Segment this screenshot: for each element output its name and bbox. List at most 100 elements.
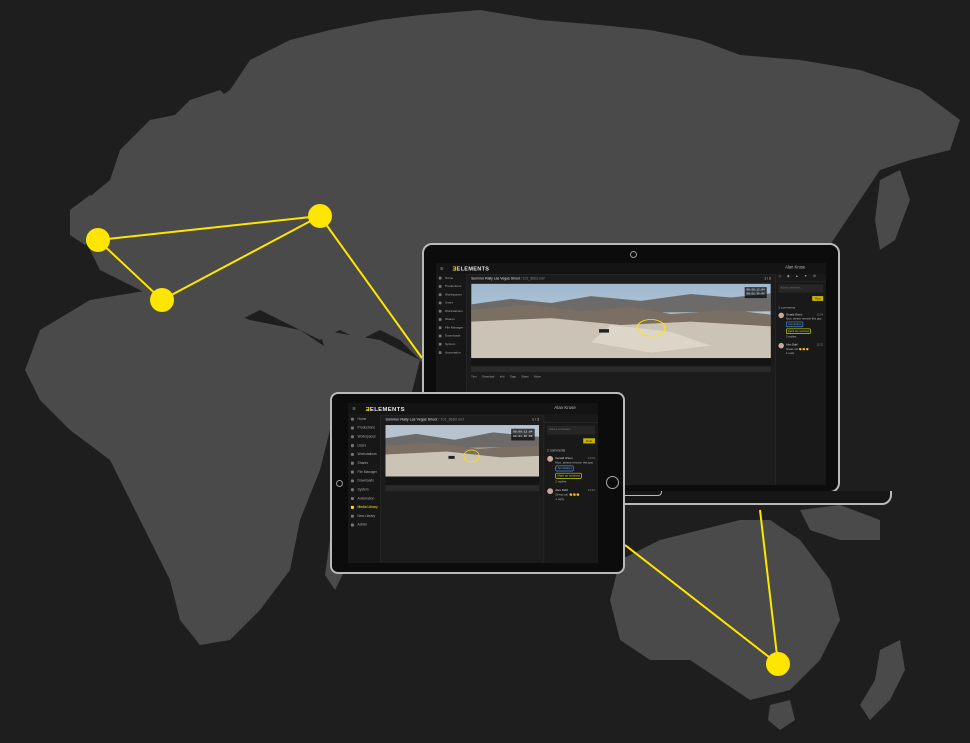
sidebar-item-label: Users xyxy=(444,300,454,305)
sidebar-item[interactable]: Productions xyxy=(436,282,466,290)
comment-item[interactable]: Gerald Olsen Nice, please remove this gu… xyxy=(547,455,595,484)
sidebar-item[interactable]: File Manager xyxy=(348,468,380,477)
sidebar-item[interactable]: Shares xyxy=(436,315,466,323)
comment-input[interactable]: Add a comment... xyxy=(778,284,824,293)
sidebar-item-label: Media Library xyxy=(357,505,378,509)
post-button[interactable]: Post xyxy=(583,438,595,444)
panel-tab[interactable]: ▼ xyxy=(804,274,807,278)
sidebar-item-label: Automation xyxy=(444,350,461,354)
sidebar-item[interactable]: Media Library xyxy=(348,503,380,512)
annotation-tag[interactable]: Annotation xyxy=(555,465,574,472)
sidebar-item[interactable]: Automation xyxy=(436,348,466,356)
annotation-tag[interactable]: Annotation xyxy=(786,321,804,328)
comment-item[interactable]: Gerald Olsen Nice, please remove this gu… xyxy=(778,312,824,339)
sidebar-item[interactable]: Users xyxy=(348,441,380,450)
sidebar-item[interactable]: System xyxy=(436,340,466,348)
comment-item[interactable]: Alex Dahl Great cut! 👏👏👏 1 reply 13:22 xyxy=(547,488,595,501)
london-pin[interactable] xyxy=(86,228,110,252)
comment-text: Nice, please remove this guy xyxy=(555,460,594,465)
player-controls[interactable] xyxy=(471,358,771,366)
sidebar-item-icon xyxy=(438,351,442,354)
sidebar-item[interactable]: Users xyxy=(436,299,466,307)
reply-count[interactable]: 2 replies xyxy=(555,479,595,483)
sidebar-item[interactable]: Admin xyxy=(348,521,380,530)
sidebar-item[interactable]: Automation xyxy=(348,494,380,503)
sidebar-item-icon xyxy=(350,444,354,448)
toolbar-item[interactable]: Share xyxy=(521,375,528,378)
sidebar-item[interactable]: New Library xyxy=(348,512,380,521)
moscow-pin[interactable] xyxy=(308,204,332,228)
sidebar-item-icon xyxy=(350,523,354,527)
panel-tab[interactable]: ◎ xyxy=(778,274,781,278)
post-button[interactable]: Post xyxy=(812,296,824,301)
top-bar: ≡ ƎELEMENTS Alan Kruse xyxy=(348,403,598,416)
sidebar-item[interactable]: Downloads xyxy=(348,477,380,486)
reply-count[interactable]: 1 reply xyxy=(786,351,823,355)
avatar xyxy=(778,312,784,319)
video-player[interactable]: 00:00:12:04 00:01:36:08 xyxy=(471,283,771,359)
asset-counter: 1 / 3 xyxy=(531,417,540,423)
user-name[interactable]: Alan Kruse xyxy=(785,266,805,270)
timeline[interactable] xyxy=(385,485,540,492)
sidebar-item-icon xyxy=(438,309,442,313)
tablet-home-button[interactable] xyxy=(606,476,619,489)
panel-tabs[interactable]: ◎ ◆ ▲ ▼ ⚙ xyxy=(775,274,826,282)
sidebar-item-icon xyxy=(438,318,442,321)
sidebar-item-label: System xyxy=(444,342,456,346)
comments-panel: Add a comment... Post 2 comments Gerald … xyxy=(543,414,598,563)
sidebar-item[interactable]: System xyxy=(348,485,380,494)
menu-icon[interactable]: ≡ xyxy=(440,265,443,271)
sidebar-item[interactable]: Productions xyxy=(348,424,380,433)
comment-time: 13:22 xyxy=(816,342,824,347)
toolbar-item[interactable]: Tags xyxy=(510,375,516,378)
avatar xyxy=(547,488,554,495)
resolve-button[interactable]: Mark as resolved xyxy=(786,328,812,334)
sidebar-item-icon xyxy=(350,470,354,474)
sidebar-item[interactable]: Workstations xyxy=(348,450,380,459)
panel-tab[interactable]: ▲ xyxy=(795,274,798,278)
sidebar-item-icon xyxy=(438,342,442,346)
comments-header: 2 comments xyxy=(547,448,566,453)
panel-tab[interactable]: ◆ xyxy=(787,274,790,278)
resolve-button[interactable]: Mark as resolved xyxy=(555,472,583,479)
panel-tab[interactable]: ⚙ xyxy=(813,274,816,278)
sidebar-item[interactable]: Workspaces xyxy=(348,432,380,441)
sidebar-item[interactable]: Downloads xyxy=(436,332,466,340)
panel-tabs[interactable] xyxy=(544,415,598,423)
sidebar-item-label: Home xyxy=(357,416,367,421)
sidebar-item[interactable]: Home xyxy=(436,274,466,282)
reply-count[interactable]: 1 reply xyxy=(555,497,595,501)
sidebar-item[interactable]: Shares xyxy=(348,459,380,468)
comments-panel: ◎ ◆ ▲ ▼ ⚙ Add a comment... Post 2 comments G… xyxy=(774,274,826,485)
sidebar-item-label: File Manager xyxy=(357,469,377,474)
reply-count[interactable]: 2 replies xyxy=(786,335,823,339)
rome-pin[interactable] xyxy=(150,288,174,312)
sidebar-item[interactable]: Workstations xyxy=(436,307,466,315)
sydney-pin[interactable] xyxy=(766,652,790,676)
player-controls[interactable] xyxy=(385,477,540,485)
sidebar-item[interactable]: File Manager xyxy=(436,324,466,332)
avatar xyxy=(778,342,784,349)
timeline[interactable] xyxy=(471,366,771,372)
toolbar-item[interactable]: Trim xyxy=(471,375,476,378)
menu-icon[interactable]: ≡ xyxy=(352,405,355,412)
asset-counter: 1 / 3 xyxy=(764,276,771,281)
sidebar-item-label: Productions xyxy=(444,284,462,288)
sidebar-item[interactable]: Workspaces xyxy=(436,291,466,299)
comment-input[interactable]: Add a comment... xyxy=(547,425,595,435)
video-player[interactable]: 00:00:12:04 00:01:36:08 xyxy=(385,425,540,477)
sidebar: Home Productions Workspaces Users Workstatio… xyxy=(348,414,382,563)
toolbar-item[interactable]: Info xyxy=(500,375,505,378)
toolbar-item[interactable]: Move xyxy=(534,375,541,378)
comment-item[interactable]: Alex Dahl Great cut! 👏👏👏 1 reply 13:22 xyxy=(778,342,824,355)
sidebar-item-label: Workspaces xyxy=(357,434,376,439)
sidebar-item-icon xyxy=(438,276,442,280)
toolbar-item[interactable]: Download xyxy=(482,375,494,378)
sidebar-item-label: Workstations xyxy=(444,309,463,313)
sidebar-item-icon xyxy=(350,461,354,465)
logo: ƎELEMENTS xyxy=(452,265,490,272)
comment-time: 12:04 xyxy=(816,312,824,317)
sidebar-item[interactable]: Home xyxy=(348,415,380,424)
avatar xyxy=(547,455,554,462)
user-name[interactable]: Alan Kruse xyxy=(554,406,576,410)
